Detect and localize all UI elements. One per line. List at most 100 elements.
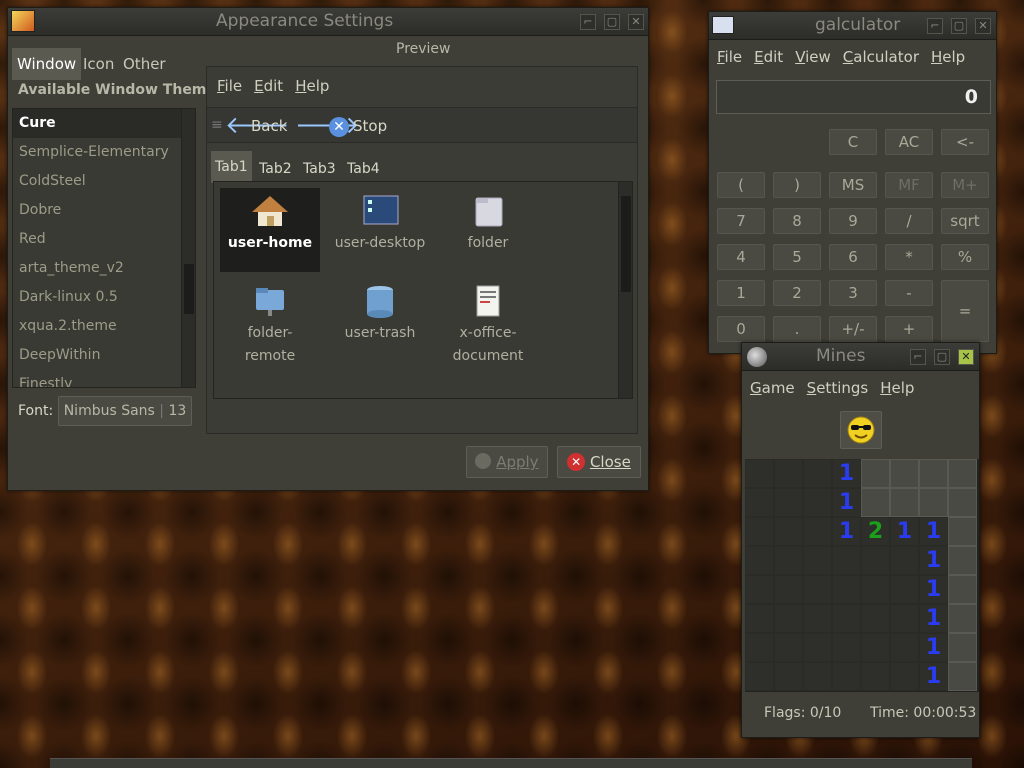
equals-key[interactable]: =: [941, 280, 989, 342]
calc-menu-view[interactable]: View: [789, 48, 837, 66]
icon-user-desktop[interactable]: user-desktop: [330, 188, 430, 272]
calc-close-button[interactable]: ✕: [975, 18, 991, 34]
theme-item[interactable]: Cure: [13, 109, 195, 138]
opened-cell[interactable]: 1: [919, 546, 948, 575]
icon-folder[interactable]: folder: [438, 188, 538, 272]
opened-cell[interactable]: [861, 662, 890, 691]
decimal-key[interactable]: .: [773, 316, 821, 342]
stop-button[interactable]: Stop: [353, 117, 387, 135]
tab-other[interactable]: Other: [118, 48, 171, 80]
unopened-cell[interactable]: [890, 488, 919, 517]
theme-item[interactable]: Semplice-Elementary: [13, 138, 195, 167]
opened-cell[interactable]: [890, 604, 919, 633]
themes-scrollbar[interactable]: [181, 109, 195, 387]
opened-cell[interactable]: [774, 604, 803, 633]
preview-menu-help[interactable]: Help: [289, 77, 335, 95]
digit-8-key[interactable]: 8: [773, 208, 821, 234]
digit-7-key[interactable]: 7: [717, 208, 765, 234]
themes-list[interactable]: Cure Semplice-Elementary ColdSteel Dobre Red…: [12, 108, 196, 388]
opened-cell[interactable]: [774, 633, 803, 662]
opened-cell[interactable]: [803, 604, 832, 633]
opened-cell[interactable]: [890, 546, 919, 575]
scrollbar-thumb[interactable]: [621, 196, 631, 292]
opened-cell[interactable]: [803, 459, 832, 488]
mines-close-button[interactable]: ✕: [958, 349, 974, 365]
opened-cell[interactable]: 1: [890, 517, 919, 546]
opened-cell[interactable]: [745, 604, 774, 633]
minimize-button[interactable]: ⌐: [580, 14, 596, 30]
opened-cell[interactable]: [832, 546, 861, 575]
unopened-cell[interactable]: [948, 459, 977, 488]
mines-title-bar[interactable]: Mines ⌐ ▢ ✕: [742, 343, 979, 371]
close-paren-key[interactable]: ): [773, 172, 821, 198]
digit-5-key[interactable]: 5: [773, 244, 821, 270]
calc-title-bar[interactable]: galculator ⌐ ▢ ✕: [709, 12, 996, 40]
digit-9-key[interactable]: 9: [829, 208, 877, 234]
digit-0-key[interactable]: 0: [717, 316, 765, 342]
mines-menu-game[interactable]: Game: [744, 379, 801, 397]
opened-cell[interactable]: [803, 546, 832, 575]
mines-maximize-button[interactable]: ▢: [934, 349, 950, 365]
preview-tab-1[interactable]: Tab1: [211, 151, 252, 183]
theme-item[interactable]: Finestly: [13, 370, 195, 387]
close-button[interactable]: ✕ Close: [557, 446, 641, 478]
mines-menu-help[interactable]: Help: [874, 379, 920, 397]
opened-cell[interactable]: [832, 575, 861, 604]
opened-cell[interactable]: [861, 633, 890, 662]
unopened-cell[interactable]: [948, 604, 977, 633]
scrollbar-thumb[interactable]: [184, 264, 194, 314]
calc-menu-edit[interactable]: Edit: [748, 48, 789, 66]
unopened-cell[interactable]: [948, 575, 977, 604]
opened-cell[interactable]: [745, 575, 774, 604]
digit-4-key[interactable]: 4: [717, 244, 765, 270]
opened-cell[interactable]: [861, 575, 890, 604]
mine-board[interactable]: 11121111111: [745, 459, 979, 692]
unopened-cell[interactable]: [919, 459, 948, 488]
opened-cell[interactable]: 2: [861, 517, 890, 546]
opened-cell[interactable]: [745, 546, 774, 575]
tab-icon[interactable]: Icon: [78, 48, 119, 80]
opened-cell[interactable]: [803, 488, 832, 517]
opened-cell[interactable]: 1: [832, 517, 861, 546]
new-game-face-button[interactable]: [840, 411, 882, 449]
apply-button[interactable]: Apply: [466, 446, 548, 478]
opened-cell[interactable]: [803, 662, 832, 691]
unopened-cell[interactable]: [948, 546, 977, 575]
unopened-cell[interactable]: [861, 488, 890, 517]
icon-x-office-document[interactable]: x-office- document: [438, 280, 538, 370]
theme-item[interactable]: Dobre: [13, 196, 195, 225]
opened-cell[interactable]: [803, 517, 832, 546]
opened-cell[interactable]: [890, 633, 919, 662]
memory-fetch-key[interactable]: MF: [885, 172, 933, 198]
preview-tab-4[interactable]: Tab4: [345, 155, 382, 183]
opened-cell[interactable]: 1: [919, 517, 948, 546]
icon-folder-remote[interactable]: folder- remote: [220, 280, 320, 370]
opened-cell[interactable]: [890, 575, 919, 604]
opened-cell[interactable]: [803, 575, 832, 604]
multiply-key[interactable]: *: [885, 244, 933, 270]
opened-cell[interactable]: [861, 546, 890, 575]
add-key[interactable]: +: [885, 316, 933, 342]
preview-tab-2[interactable]: Tab2: [257, 155, 294, 183]
unopened-cell[interactable]: [919, 488, 948, 517]
percent-key[interactable]: %: [941, 244, 989, 270]
opened-cell[interactable]: 1: [832, 488, 861, 517]
negate-key[interactable]: +/-: [829, 316, 877, 342]
mines-minimize-button[interactable]: ⌐: [910, 349, 926, 365]
preview-menu-edit[interactable]: Edit: [248, 77, 289, 95]
opened-cell[interactable]: [745, 459, 774, 488]
opened-cell[interactable]: [774, 459, 803, 488]
sqrt-key[interactable]: sqrt: [941, 208, 989, 234]
digit-2-key[interactable]: 2: [773, 280, 821, 306]
theme-item[interactable]: DeepWithin: [13, 341, 195, 370]
opened-cell[interactable]: 1: [919, 662, 948, 691]
theme-item[interactable]: Dark-linux 0.5: [13, 283, 195, 312]
opened-cell[interactable]: [832, 633, 861, 662]
opened-cell[interactable]: [774, 517, 803, 546]
font-chooser-button[interactable]: Nimbus Sans | 13: [58, 396, 192, 426]
calc-menu-calculator[interactable]: Calculator: [837, 48, 925, 66]
tab-window[interactable]: Window: [12, 48, 82, 80]
unopened-cell[interactable]: [890, 459, 919, 488]
title-bar[interactable]: Appearance Settings ⌐ ▢ ✕: [8, 8, 648, 36]
calc-minimize-button[interactable]: ⌐: [927, 18, 943, 34]
